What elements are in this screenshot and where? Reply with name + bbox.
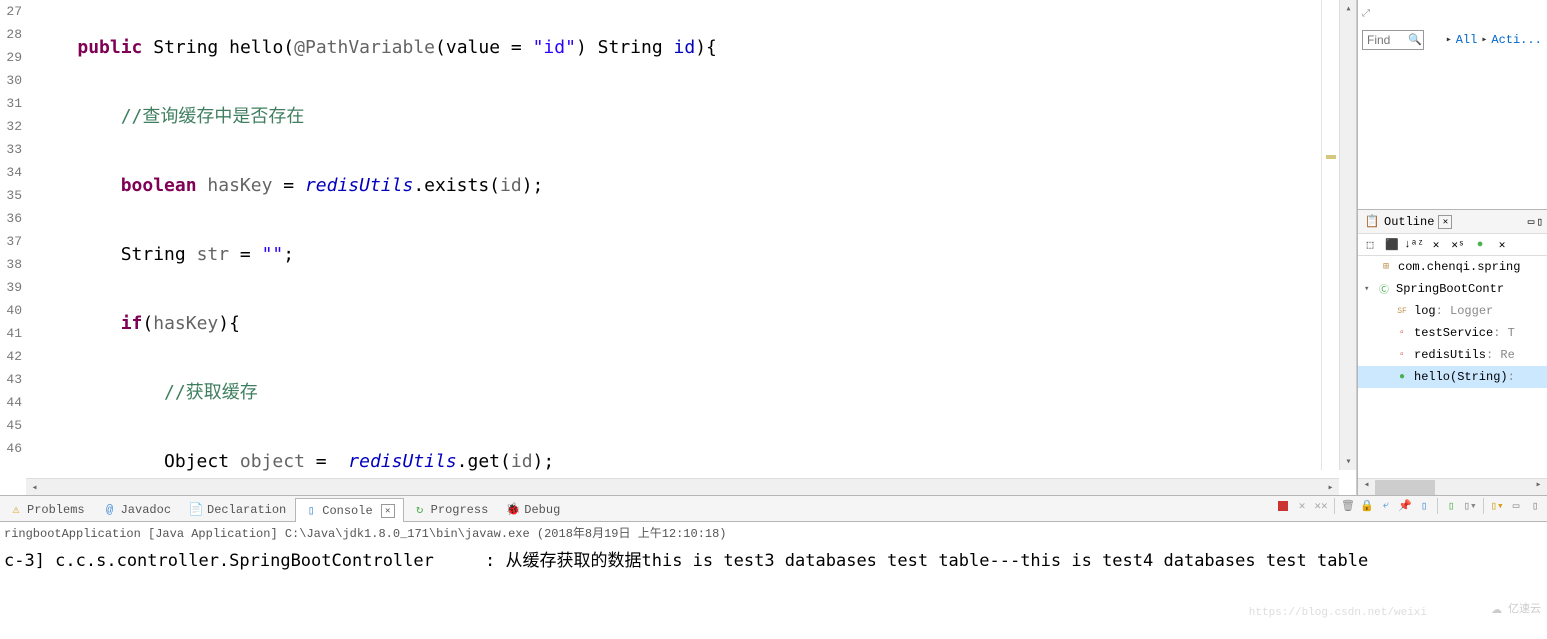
pin-console-icon[interactable]: 📌 (1397, 498, 1413, 514)
sort-icon[interactable]: ⬚ (1362, 237, 1378, 253)
tree-item-method[interactable]: ● hello(String) : (1358, 366, 1547, 388)
search-icon[interactable]: 🔍 (1408, 33, 1422, 47)
display-console-icon[interactable]: ▯ (1416, 498, 1432, 514)
hide-local-icon[interactable]: ✕ (1494, 237, 1510, 253)
tab-debug[interactable]: 🐞 Debug (497, 497, 569, 521)
minimize-icon[interactable]: ▭ (1528, 215, 1535, 229)
outline-toolbar: ⬚ ⬛ ↓ᵃᶻ ✕ ✕ˢ ● ✕ (1358, 234, 1547, 256)
static-field-icon: SF (1394, 303, 1410, 319)
javadoc-icon: @ (103, 503, 117, 517)
hide-fields-icon[interactable]: ✕ (1428, 237, 1444, 253)
watermark-logo: ☁ 亿速云 (1491, 597, 1541, 619)
tree-item-field[interactable]: ▫ testService : T (1358, 322, 1547, 344)
outline-title: Outline (1384, 215, 1434, 229)
editor-horizontal-scrollbar[interactable]: ◂ ▸ (26, 478, 1339, 495)
editor-vertical-scrollbar[interactable]: ▴ ▾ (1339, 0, 1356, 470)
console-toolbar: ✕ ✕✕ 🗑 🔒 ⤶ 📌 ▯ ▯ ▯▾ ▯▾ ▭ ▯ (1275, 498, 1543, 514)
az-sort-icon[interactable]: ↓ᵃᶻ (1406, 237, 1422, 253)
hide-non-public-icon[interactable]: ● (1472, 237, 1488, 253)
problems-icon: ⚠ (9, 503, 23, 517)
code-editor[interactable]: 27 28 29 30 31 32 33 34 35 36 37 38 39 4… (0, 0, 1357, 495)
terminate-icon[interactable] (1275, 498, 1291, 514)
outline-view: 📋 Outline ✕ ▭ ▯ ⬚ ⬛ ↓ᵃᶻ ✕ ✕ˢ ● ✕ ⊞ (1358, 210, 1547, 495)
clear-console-icon[interactable]: 🗑 (1340, 498, 1356, 514)
package-icon: ⊞ (1378, 259, 1394, 275)
minimize-icon[interactable]: ▭ (1508, 498, 1524, 514)
nav-arrow-icon: ▸ (1481, 34, 1487, 46)
overview-ruler[interactable] (1321, 0, 1339, 470)
remove-all-icon[interactable]: ✕✕ (1313, 498, 1329, 514)
scroll-up-icon[interactable]: ▴ (1340, 0, 1357, 17)
field-icon: ▫ (1394, 347, 1410, 363)
outline-tree[interactable]: ⊞ com.chenqi.spring ▾ Ⓒ SpringBootContr … (1358, 256, 1547, 478)
bottom-tabs: ⚠ Problems @ Javadoc 📄 Declaration ▯ Con… (0, 496, 1547, 522)
expand-icon[interactable]: ⤢ (1362, 8, 1370, 20)
scroll-right-icon[interactable]: ▸ (1530, 479, 1547, 491)
field-icon: ▫ (1394, 325, 1410, 341)
find-panel: ⤢ 🔍 ▸ All ▸ Acti... (1358, 0, 1547, 210)
declaration-icon: 📄 (189, 503, 203, 517)
outline-icon: 📋 (1364, 214, 1380, 230)
find-all-link[interactable]: All (1456, 33, 1478, 47)
tree-item-field[interactable]: SF log : Logger (1358, 300, 1547, 322)
console-icon: ▯ (304, 504, 318, 518)
tree-expander-icon[interactable]: ▾ (1364, 284, 1376, 294)
progress-icon: ↻ (413, 503, 427, 517)
filter-icon[interactable]: ⬛ (1384, 237, 1400, 253)
debug-icon: 🐞 (506, 503, 520, 517)
tab-progress[interactable]: ↻ Progress (404, 497, 498, 521)
find-acti-link[interactable]: Acti... (1491, 33, 1541, 47)
tab-javadoc[interactable]: @ Javadoc (94, 497, 180, 521)
show-console-icon[interactable]: ▯ (1443, 498, 1459, 514)
tab-console[interactable]: ▯ Console ✕ (295, 498, 403, 522)
tree-item-field[interactable]: ▫ redisUtils : Re (1358, 344, 1547, 366)
close-icon[interactable]: ✕ (381, 504, 395, 518)
open-console-dropdown-icon[interactable]: ▯▾ (1462, 498, 1478, 514)
maximize-icon[interactable]: ▯ (1536, 215, 1543, 229)
outline-header: 📋 Outline ✕ ▭ ▯ (1358, 210, 1547, 234)
close-icon[interactable]: ✕ (1438, 215, 1452, 229)
scroll-left-icon[interactable]: ◂ (1358, 479, 1375, 491)
scroll-right-icon[interactable]: ▸ (1322, 479, 1339, 496)
scroll-left-icon[interactable]: ◂ (26, 479, 43, 496)
remove-launch-icon[interactable]: ✕ (1294, 498, 1310, 514)
class-icon: Ⓒ (1376, 281, 1392, 297)
tree-item-package[interactable]: ⊞ com.chenqi.spring (1358, 256, 1547, 278)
tab-declaration[interactable]: 📄 Declaration (180, 497, 295, 521)
method-icon: ● (1394, 369, 1410, 385)
outline-horizontal-scrollbar[interactable]: ◂ ▸ (1358, 478, 1547, 495)
console-process-header: ringbootApplication [Java Application] C… (0, 522, 1547, 542)
hide-static-icon[interactable]: ✕ˢ (1450, 237, 1466, 253)
maximize-icon[interactable]: ▯ (1527, 498, 1543, 514)
console-output[interactable]: c-3] c.c.s.controller.SpringBootControll… (0, 542, 1547, 639)
line-number-gutter: 27 28 29 30 31 32 33 34 35 36 37 38 39 4… (0, 0, 26, 495)
scroll-down-icon[interactable]: ▾ (1340, 453, 1357, 470)
scroll-lock-icon[interactable]: 🔒 (1359, 498, 1375, 514)
new-console-dropdown-icon[interactable]: ▯▾ (1489, 498, 1505, 514)
tree-item-class[interactable]: ▾ Ⓒ SpringBootContr (1358, 278, 1547, 300)
scrollbar-thumb[interactable] (1375, 480, 1435, 495)
watermark-url: https://blog.csdn.net/weixi (1249, 607, 1427, 619)
code-text-area[interactable]: public String hello(@PathVariable(value … (26, 0, 1356, 495)
word-wrap-icon[interactable]: ⤶ (1378, 498, 1394, 514)
tab-problems[interactable]: ⚠ Problems (0, 497, 94, 521)
nav-arrow-icon: ▸ (1446, 34, 1452, 46)
